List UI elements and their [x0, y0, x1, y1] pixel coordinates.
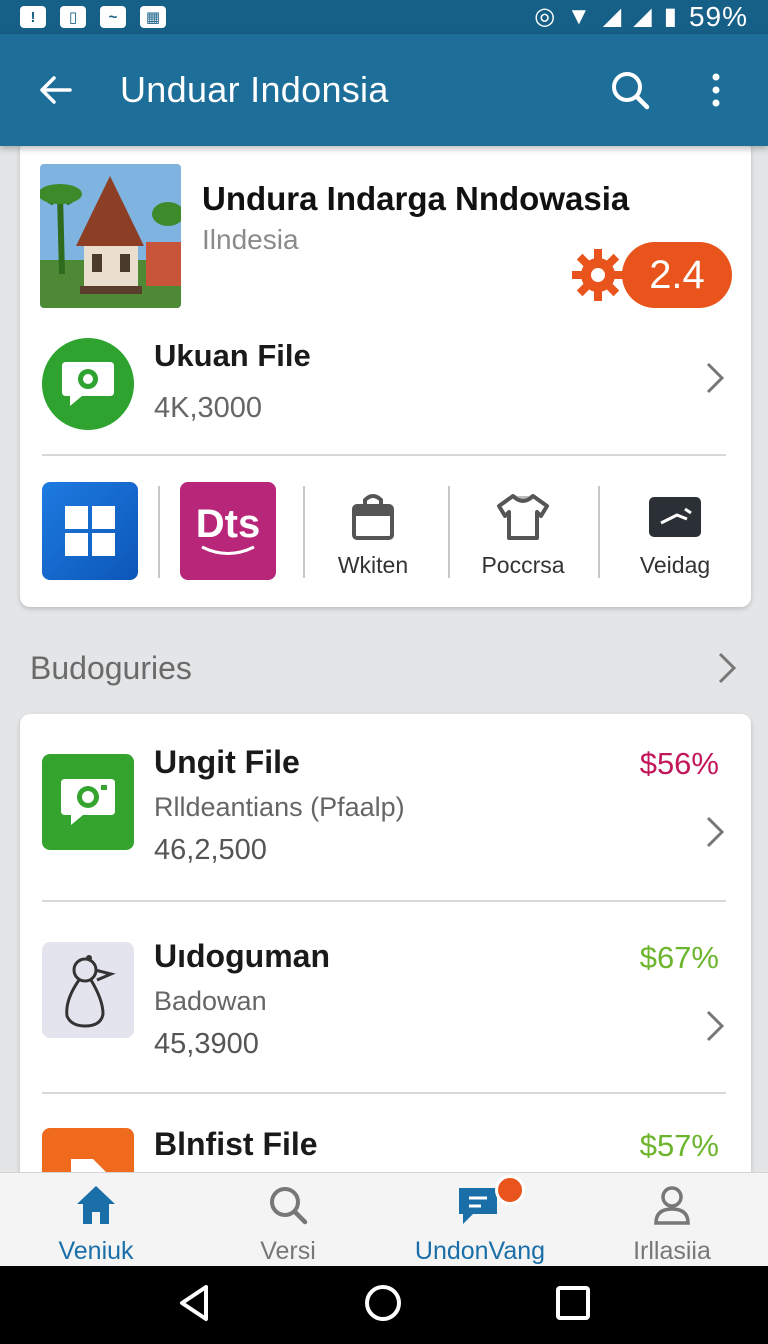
divider	[42, 454, 726, 456]
section-header[interactable]: Budoguries	[30, 640, 742, 696]
more-options-button[interactable]	[688, 62, 744, 118]
notification-icons: ! ▯ ~ ▦	[20, 6, 166, 28]
nav-label: Versi	[260, 1237, 316, 1265]
file-size: 4K,3000	[154, 392, 263, 424]
windows-icon	[65, 506, 115, 556]
chevron-right-icon	[712, 648, 742, 688]
dts-label: Dts	[195, 502, 261, 546]
system-back-button[interactable]	[176, 1283, 212, 1328]
app-label: Veidag	[639, 552, 711, 578]
snowman-icon	[42, 942, 134, 1038]
wifi-icon: ▼	[567, 3, 591, 30]
dark-card-icon	[649, 497, 701, 537]
system-navigation-bar	[0, 1266, 768, 1344]
person-icon	[654, 1186, 690, 1225]
home-icon	[77, 1186, 115, 1224]
item-price: $56%	[639, 746, 719, 781]
nav-item-profile[interactable]: Irllasiia	[576, 1173, 768, 1266]
nav-label: UndonVang	[414, 1237, 546, 1265]
divider	[42, 1092, 726, 1094]
divider	[42, 900, 726, 902]
app-notification-icon: ▦	[140, 6, 166, 28]
separator	[303, 486, 305, 578]
separator	[158, 486, 160, 578]
nav-item-messages[interactable]: UndonVang	[384, 1173, 576, 1266]
more-vertical-icon	[712, 73, 720, 107]
battery-level: 59%	[688, 1, 748, 32]
nav-item-home[interactable]: Veniuk	[0, 1173, 192, 1266]
rating-badge: 2.4	[622, 242, 732, 308]
vibrate-notification-icon: ▯	[60, 6, 86, 28]
list-item[interactable]: Uıdoguman Badowan 45,3900 $67%	[20, 908, 751, 1098]
featured-subtitle: Ilndesia	[202, 224, 299, 255]
notification-badge	[495, 1175, 525, 1205]
system-icons: ◎ ▼ ◢ ◢ ▮ 59%	[534, 1, 748, 33]
chevron-right-icon	[700, 812, 730, 852]
search-button[interactable]	[602, 62, 658, 118]
item-size: 45,3900	[154, 1028, 259, 1060]
featured-thumbnail[interactable]	[40, 164, 181, 308]
chevron-right-icon	[700, 1006, 730, 1046]
signal-icon: ◢	[602, 3, 622, 30]
traditional-house-image	[40, 164, 181, 308]
item-title: Ungit File	[154, 744, 300, 780]
app-title: Unduar Indonsia	[120, 69, 389, 110]
app-label: Wkiten	[337, 552, 409, 578]
alert-notification-icon: !	[20, 6, 46, 28]
system-home-button[interactable]	[363, 1283, 403, 1328]
featured-card: Undura Indarga Nndowasia Ilndesia 2.4 Uk…	[20, 140, 751, 607]
file-row[interactable]: Ukuan File 4K,3000	[20, 330, 751, 440]
bottom-navigation: Veniuk Versi UndonVang Irllasiia	[0, 1172, 768, 1266]
smile-arrow-icon	[201, 545, 255, 555]
file-title: Ukuan File	[154, 338, 311, 373]
camera-chat-icon	[42, 754, 134, 850]
nav-item-search[interactable]: Versi	[192, 1173, 384, 1266]
chevron-right-icon	[700, 358, 730, 398]
shirt-icon	[497, 494, 549, 540]
app-veidag[interactable]: Veidag	[610, 488, 740, 584]
app-wkiten[interactable]: Wkiten	[308, 488, 438, 584]
hotspot-icon: ◎	[534, 3, 556, 30]
separator	[598, 486, 600, 578]
rating-group: 2.4	[568, 242, 732, 308]
triangle-back-icon	[179, 1284, 208, 1321]
app-label: Poccrsa	[481, 552, 565, 578]
section-title: Budoguries	[30, 649, 192, 686]
list-item[interactable]: Blnfist File $57%	[20, 1098, 751, 1174]
settings-chat-icon	[42, 338, 134, 430]
item-price: $67%	[639, 940, 719, 975]
apps-row: Dts Wkiten Poccrsa Veidag	[20, 480, 751, 584]
photo-notification-icon: ~	[100, 6, 126, 28]
status-bar: ! ▯ ~ ▦ ◎ ▼ ◢ ◢ ▮ 59%	[0, 0, 768, 34]
item-price: $57%	[639, 1128, 719, 1163]
featured-title: Undura Indarga Nndowasia	[202, 180, 630, 217]
system-recents-button[interactable]	[554, 1284, 592, 1327]
nav-label: Irllasiia	[633, 1237, 711, 1265]
app-bar: Unduar Indonsia	[0, 34, 768, 146]
list-card: Ungit File Rlldeantians (Pfaalp) 46,2,50…	[20, 714, 751, 1174]
item-subtitle: Rlldeantians (Pfaalp)	[154, 792, 405, 822]
separator	[448, 486, 450, 578]
square-recents-icon	[556, 1285, 591, 1320]
arrow-left-icon	[40, 76, 72, 104]
battery-icon: ▮	[663, 3, 677, 30]
item-size: 46,2,500	[154, 834, 267, 866]
tag-icon	[42, 1128, 134, 1174]
windows-app-tile[interactable]	[42, 482, 138, 580]
app-poccrsa[interactable]: Poccrsa	[458, 488, 588, 584]
nav-label: Veniuk	[58, 1237, 134, 1265]
item-subtitle: Badowan	[154, 986, 267, 1016]
signal-2-icon: ◢	[633, 3, 652, 30]
list-item[interactable]: Ungit File Rlldeantians (Pfaalp) 46,2,50…	[20, 714, 751, 904]
circle-home-icon	[364, 1284, 401, 1321]
search-icon	[270, 1187, 308, 1225]
shopping-bag-icon	[352, 494, 394, 540]
item-title: Blnfist File	[154, 1126, 318, 1162]
dts-app-tile[interactable]: Dts	[180, 482, 276, 580]
back-button[interactable]	[28, 62, 84, 118]
item-title: Uıdoguman	[154, 938, 330, 974]
gear-icon	[572, 249, 624, 301]
search-icon	[612, 72, 650, 110]
